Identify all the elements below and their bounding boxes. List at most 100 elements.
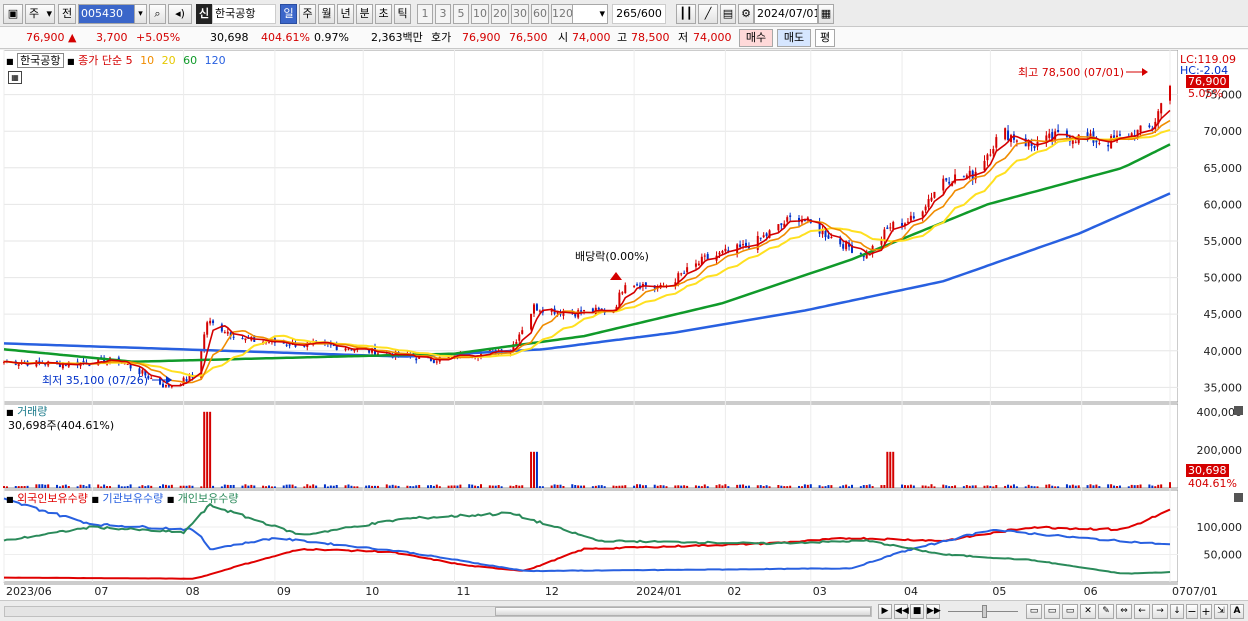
arrow-down-icon[interactable]: ↓: [1170, 604, 1184, 619]
volume-bar: [415, 485, 418, 488]
interval-tab-2[interactable]: 월: [318, 4, 335, 24]
layout-2-icon[interactable]: ▭: [1044, 604, 1060, 619]
prev-button[interactable]: 전: [58, 4, 76, 24]
candle-body: [220, 324, 223, 332]
volume-bar: [206, 411, 209, 488]
zoom-in-icon[interactable]: +: [1200, 604, 1212, 619]
compare-icon[interactable]: ⇔: [1116, 604, 1132, 619]
volume-bar: [718, 484, 721, 488]
interval-tab-1[interactable]: 주: [299, 4, 316, 24]
volume-pane-legend: ■ 거래량: [6, 405, 47, 419]
candle-body: [921, 211, 924, 217]
candle-style-icon[interactable]: ┃┃: [676, 4, 696, 24]
volume-bar: [162, 484, 164, 488]
code-dropdown-icon[interactable]: ▾: [134, 4, 147, 24]
window-menu-icon[interactable]: ▣: [3, 4, 23, 24]
bar-count-display: 265/600: [612, 4, 666, 24]
bid-label: 호가: [431, 31, 452, 44]
candle-body: [226, 331, 229, 334]
candle-body: [1139, 125, 1142, 133]
candle-body: [759, 237, 762, 239]
volume-bar: [583, 485, 586, 488]
tick-count-button-6[interactable]: 60: [531, 4, 549, 24]
tick-count-button-2[interactable]: 5: [453, 4, 469, 24]
volume-bar: [1027, 484, 1030, 488]
candle-body: [1007, 130, 1010, 141]
tick-count-button-1[interactable]: 3: [435, 4, 451, 24]
volume-bar: [144, 486, 147, 488]
calendar-icon[interactable]: ▦: [818, 4, 834, 24]
interval-tab-5[interactable]: 초: [375, 4, 392, 24]
zoom-slider-handle[interactable]: [982, 605, 987, 618]
volume-bar: [571, 484, 574, 488]
candle-body: [82, 360, 85, 363]
layout-3-icon[interactable]: ▭: [1062, 604, 1078, 619]
tick-count-button-4[interactable]: 20: [491, 4, 509, 24]
volume-bar: [241, 485, 244, 488]
candle-body: [680, 273, 683, 275]
volume-bar: [97, 484, 100, 488]
chart-canvas[interactable]: 35,000 40,000 45,000 50,000 55,000 60,000 65,0…: [0, 50, 1248, 600]
arrow-right-icon[interactable]: →: [1152, 604, 1168, 619]
auto-scale-icon[interactable]: A: [1230, 604, 1244, 619]
interval-tab-3[interactable]: 년: [337, 4, 354, 24]
time-tick-label: 02: [727, 585, 741, 598]
line-tool-icon[interactable]: ╱: [698, 4, 718, 24]
candle-body: [1048, 133, 1051, 138]
fast-forward-icon[interactable]: ▶▶: [926, 604, 941, 619]
volume-bar: [488, 485, 491, 488]
tick-count-button-5[interactable]: 30: [511, 4, 529, 24]
candle-body: [706, 254, 709, 260]
buy-button[interactable]: 매수: [739, 29, 773, 47]
volume-bar: [456, 485, 459, 488]
volume-bar: [553, 484, 556, 488]
volume-bar: [500, 486, 503, 488]
volume-bar: [438, 486, 441, 488]
arrow-left-icon[interactable]: ←: [1134, 604, 1150, 619]
holdings-pane-close-icon[interactable]: [1234, 493, 1243, 502]
fit-icon[interactable]: ⇲: [1214, 604, 1228, 619]
tick-count-button-7[interactable]: 120: [551, 4, 573, 24]
volume-bar: [644, 485, 647, 488]
candle-body: [435, 361, 438, 363]
interval-tab-6[interactable]: 틱: [394, 4, 411, 24]
stop-icon[interactable]: ■: [910, 604, 924, 619]
tick-count-button-0[interactable]: 1: [417, 4, 433, 24]
search-icon[interactable]: ⌕: [149, 4, 166, 24]
candle-body: [1071, 140, 1074, 144]
time-tick-label: 03: [813, 585, 827, 598]
layout-1-icon[interactable]: ▭: [1026, 604, 1042, 619]
candle-body: [126, 364, 129, 366]
volume-bar: [394, 485, 397, 488]
gear-icon[interactable]: ⚙: [738, 4, 754, 24]
scroll-track[interactable]: [4, 606, 872, 617]
eval-button[interactable]: 평: [815, 29, 835, 47]
candle-body: [1004, 128, 1007, 140]
drawing-icon[interactable]: ✎: [1098, 604, 1114, 619]
volume-bar: [41, 484, 44, 488]
zoom-out-icon[interactable]: −: [1186, 604, 1198, 619]
save-icon[interactable]: ▤: [720, 4, 736, 24]
volume-bar: [880, 485, 883, 488]
interval-tab-0[interactable]: 일: [280, 4, 297, 24]
table-toggle-icon[interactable]: ▦: [8, 71, 22, 84]
tick-count-button-3[interactable]: 10: [471, 4, 489, 24]
speaker-icon[interactable]: ◂): [168, 4, 192, 24]
high-price: 78,500: [631, 31, 670, 44]
scroll-thumb[interactable]: [495, 607, 871, 616]
volume-bar: [591, 486, 594, 488]
play-right-icon[interactable]: ▶: [878, 604, 892, 619]
sell-button[interactable]: 매도: [777, 29, 811, 47]
date-input[interactable]: 2024/07/01: [754, 4, 818, 24]
crosshair-icon[interactable]: ✕: [1080, 604, 1096, 619]
volume-current: 30,698주(404.61%): [8, 419, 115, 432]
fast-back-icon[interactable]: ◀◀: [894, 604, 909, 619]
market-select[interactable]: 주 ▾: [25, 4, 55, 24]
stock-code-input[interactable]: 005430: [78, 4, 136, 24]
custom-count-select[interactable]: ▾: [572, 4, 608, 24]
price-pane-legend: ■ 한국공항 ■ 종가 단순 5 10 20 60 120: [6, 53, 226, 68]
volume-bar: [188, 485, 191, 488]
volume-pane-close-icon[interactable]: [1234, 406, 1243, 415]
interval-tab-4[interactable]: 분: [356, 4, 373, 24]
volume-bar: [700, 486, 703, 488]
